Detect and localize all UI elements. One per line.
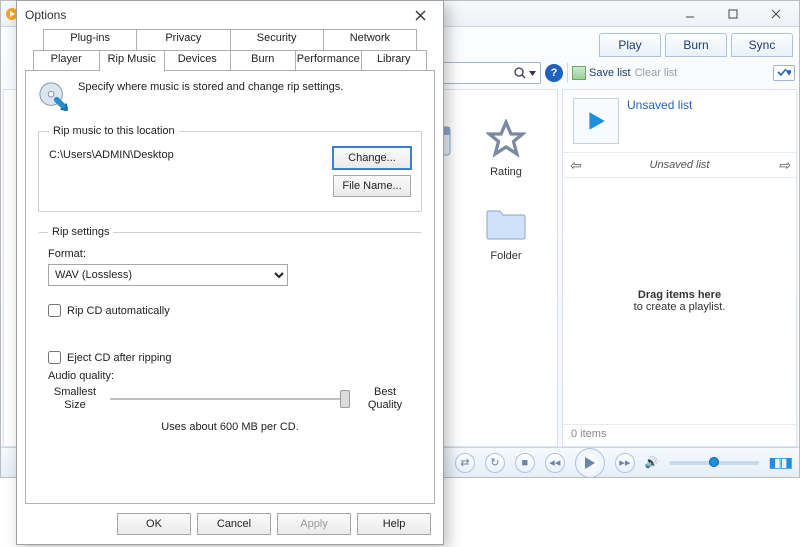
tab-performance[interactable]: Performance (296, 50, 362, 71)
dialog-title: Options (25, 8, 66, 22)
playlist-options-button[interactable] (773, 65, 795, 81)
drop-subtitle: to create a playlist. (634, 301, 726, 313)
tab-privacy[interactable]: Privacy (137, 29, 230, 51)
tab-play[interactable]: Play (599, 33, 661, 57)
audio-quality-slider[interactable] (110, 388, 350, 410)
playlist-thumbnail (573, 98, 619, 144)
apply-button[interactable]: Apply (277, 513, 351, 535)
maximize-button[interactable] (713, 4, 752, 24)
cd-rip-icon (38, 81, 68, 111)
wmp-mode-tabs: Play Burn Sync (599, 33, 793, 57)
save-list-button[interactable]: Save list (572, 66, 631, 80)
dialog-titlebar: Options (17, 1, 443, 29)
aq-best-label: Best Quality (360, 386, 410, 411)
library-item-label: Rating (490, 166, 522, 178)
close-icon (415, 10, 426, 21)
rip-settings-legend: Rip settings (48, 226, 113, 238)
tab-burn[interactable]: Burn (231, 50, 297, 71)
disk-usage-text: Uses about 600 MB per CD. (48, 421, 412, 433)
auto-rip-input[interactable] (48, 304, 61, 317)
volume-icon[interactable]: 🔊 (645, 456, 659, 469)
auto-rip-checkbox[interactable]: Rip CD automatically (48, 304, 412, 317)
close-window-button[interactable] (756, 4, 795, 24)
tab-plugins[interactable]: Plug-ins (43, 29, 137, 51)
playlist-item-count: 0 items (563, 424, 796, 446)
clear-list-button[interactable]: Clear list (635, 67, 678, 79)
format-select[interactable]: WAV (Lossless) (48, 264, 288, 286)
format-label: Format: (48, 248, 412, 260)
eject-cd-checkbox[interactable]: Eject CD after ripping (48, 351, 412, 364)
minimize-button[interactable] (670, 4, 709, 24)
tab-rip-music[interactable]: Rip Music (100, 50, 166, 72)
prev-playlist-button[interactable]: ⇦ (569, 157, 581, 174)
rip-location-path: C:\Users\ADMIN\Desktop (49, 147, 323, 161)
shuffle-button[interactable]: ⇄ (455, 453, 475, 473)
dropdown-icon (529, 71, 536, 76)
change-location-button[interactable]: Change... (333, 147, 411, 169)
eject-cd-input[interactable] (48, 351, 61, 364)
audio-quality-label: Audio quality: (48, 370, 412, 382)
library-item-label: Folder (490, 250, 521, 262)
repeat-button[interactable]: ↻ (485, 453, 505, 473)
save-icon (572, 66, 586, 80)
rip-location-group: Rip music to this location C:\Users\ADMI… (38, 125, 422, 212)
library-item-folder[interactable]: Folder (485, 202, 527, 262)
rip-location-legend: Rip music to this location (49, 125, 179, 137)
prev-track-button[interactable]: ◂◂ (545, 453, 565, 473)
tab-security[interactable]: Security (231, 29, 324, 51)
next-track-button[interactable]: ▸▸ (615, 453, 635, 473)
save-list-label: Save list (589, 67, 631, 79)
dialog-close-button[interactable] (405, 4, 435, 26)
dialog-footer: OK Cancel Apply Help (17, 504, 443, 544)
help-button[interactable]: ? (545, 64, 563, 82)
wmp-toolbar: ? Save list Clear list (431, 61, 795, 85)
aq-smallest-label: Smallest Size (50, 386, 100, 411)
view-toggle-button[interactable]: ◧◨ (769, 454, 791, 471)
auto-rip-label: Rip CD automatically (67, 305, 170, 317)
tab-network[interactable]: Network (324, 29, 417, 51)
tab-player[interactable]: Player (33, 50, 100, 71)
playlist-pane: Unsaved list ⇦ Unsaved list ⇨ Drag items… (562, 89, 797, 447)
next-playlist-button[interactable]: ⇨ (778, 157, 790, 174)
help-button[interactable]: Help (357, 513, 431, 535)
tab-library[interactable]: Library (362, 50, 428, 71)
cancel-button[interactable]: Cancel (197, 513, 271, 535)
play-pause-button[interactable] (575, 448, 605, 478)
star-icon (485, 118, 527, 160)
tab-sync[interactable]: Sync (731, 33, 793, 57)
volume-slider[interactable] (669, 461, 759, 465)
playlist-title: Unsaved list (627, 98, 692, 144)
tab-devices[interactable]: Devices (165, 50, 231, 71)
playlist-nav-title: Unsaved list (650, 159, 710, 171)
rip-settings-group: Rip settings Format: WAV (Lossless) Rip … (38, 226, 422, 433)
ok-button[interactable]: OK (117, 513, 191, 535)
drop-title: Drag items here (638, 289, 721, 301)
playlist-drop-area[interactable]: Drag items here to create a playlist. (563, 178, 796, 424)
tab-burn[interactable]: Burn (665, 33, 727, 57)
playlist-nav: ⇦ Unsaved list ⇨ (563, 152, 796, 178)
options-dialog: Options Plug-ins Privacy Security Networ… (16, 0, 444, 545)
library-item-rating[interactable]: Rating (485, 118, 527, 178)
intro-text: Specify where music is stored and change… (78, 81, 343, 111)
eject-cd-label: Eject CD after ripping (67, 352, 172, 364)
rip-music-page: Specify where music is stored and change… (25, 70, 435, 504)
file-name-button[interactable]: File Name... (333, 175, 411, 197)
stop-button[interactable]: ■ (515, 453, 535, 473)
search-icon (514, 67, 526, 79)
folder-icon (485, 202, 527, 244)
dialog-tabs: Plug-ins Privacy Security Network Player… (25, 29, 435, 71)
search-input[interactable] (431, 62, 541, 84)
